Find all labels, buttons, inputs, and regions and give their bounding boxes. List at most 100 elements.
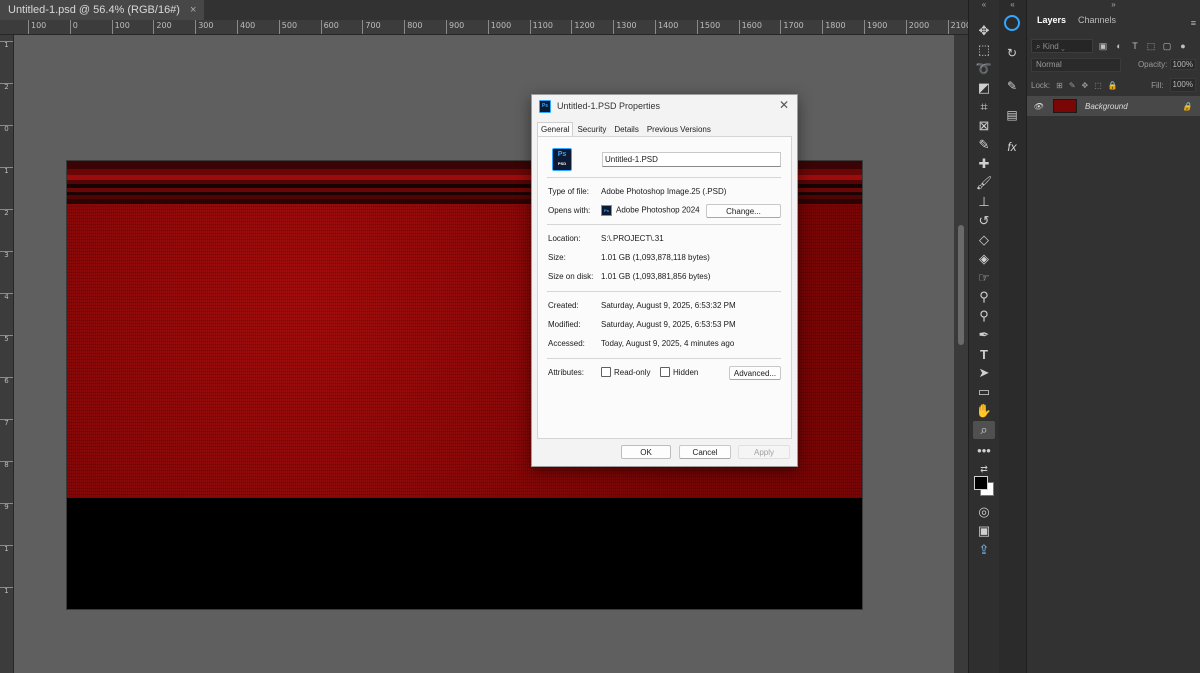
ruler-tick-label: 7 bbox=[0, 419, 13, 427]
layer-row-background[interactable]: 👁 Background 🔒 bbox=[1027, 96, 1200, 116]
ruler-tick-label: 1400 bbox=[655, 20, 678, 34]
read-only-label: Read-only bbox=[614, 367, 651, 377]
close-dialog-button[interactable]: ✕ bbox=[777, 98, 791, 112]
kind-filter-select[interactable]: ⌕ Kind ⌄ bbox=[1031, 39, 1093, 53]
eyedropper-tool-icon[interactable]: ✎ bbox=[973, 136, 995, 154]
clone-stamp-tool-icon[interactable]: ⊥ bbox=[973, 193, 995, 211]
collapse-strip-icon[interactable]: « bbox=[999, 0, 1026, 9]
file-name-field[interactable] bbox=[602, 152, 781, 167]
ruler-tick-label: 8 bbox=[0, 461, 13, 469]
read-only-checkbox[interactable]: Read-only bbox=[601, 367, 650, 377]
ruler-tick-label: 9 bbox=[0, 503, 13, 511]
blend-mode-select[interactable]: Normal bbox=[1031, 58, 1121, 72]
ok-button[interactable]: OK bbox=[621, 445, 671, 459]
smudge-tool-icon[interactable]: ☞ bbox=[973, 269, 995, 287]
opacity-field[interactable]: 100% bbox=[1169, 59, 1196, 70]
lock-all-icon[interactable]: 🔒 bbox=[1108, 81, 1118, 90]
object-select-tool-icon[interactable]: ◩ bbox=[973, 79, 995, 97]
scrollbar-thumb[interactable] bbox=[958, 225, 964, 345]
close-tab-icon[interactable]: × bbox=[190, 0, 196, 20]
created-label: Created: bbox=[548, 301, 579, 310]
accessed-value: Today, August 9, 2025, 4 minutes ago bbox=[601, 339, 735, 348]
size-on-disk-value: 1.01 GB (1,093,881,856 bytes) bbox=[601, 272, 711, 281]
ruler-tick-label: 800 bbox=[404, 20, 422, 34]
type-tool-icon[interactable]: T bbox=[973, 345, 995, 363]
layer-filter-row: ⌕ Kind ⌄ ▣ ◐ T ⬚ ▢ ● bbox=[1031, 38, 1196, 54]
path-select-tool-icon[interactable]: ➤ bbox=[973, 364, 995, 382]
read-only-checkbox-box[interactable] bbox=[601, 367, 611, 377]
crop-tool-icon[interactable]: ⌗ bbox=[973, 98, 995, 116]
change-button[interactable]: Change... bbox=[706, 204, 781, 218]
visibility-eye-icon[interactable]: 👁 bbox=[1033, 102, 1047, 111]
shape-filter-icon[interactable]: ⬚ bbox=[1145, 40, 1157, 52]
foreground-color-swatch[interactable] bbox=[974, 476, 988, 490]
document-tab[interactable]: Untitled-1.psd @ 56.4% (RGB/16#) × bbox=[0, 0, 205, 20]
zoom-like-tool-icon[interactable]: ⚲ bbox=[973, 307, 995, 325]
ruler-tick-label: 100 bbox=[28, 20, 46, 34]
panel-menu-icon[interactable]: ≡ bbox=[1191, 18, 1196, 28]
lock-artboard-icon[interactable]: ⬚ bbox=[1094, 81, 1102, 90]
type-of-file-label: Type of file: bbox=[548, 187, 589, 196]
lasso-tool-icon[interactable]: ➰ bbox=[973, 60, 995, 78]
styles-fx-icon[interactable]: fx bbox=[1003, 138, 1021, 156]
apply-button[interactable]: Apply bbox=[738, 445, 790, 459]
dialog-title: Untitled-1.PSD Properties bbox=[557, 101, 661, 111]
dialog-titlebar[interactable]: Ps Untitled-1.PSD Properties bbox=[532, 95, 797, 117]
ruler-tick-label: 400 bbox=[237, 20, 255, 34]
ruler-tick-label: 2 bbox=[0, 83, 13, 91]
smart-object-filter-icon[interactable]: ▢ bbox=[1161, 40, 1173, 52]
rectangle-tool-icon[interactable]: ▭ bbox=[973, 383, 995, 401]
type-filter-icon[interactable]: T bbox=[1129, 40, 1141, 52]
tab-layers[interactable]: Layers bbox=[1031, 10, 1072, 30]
blend-row: Normal Opacity: 100% bbox=[1031, 58, 1196, 72]
filter-toggle-icon[interactable]: ● bbox=[1177, 40, 1189, 52]
brush-tool-icon[interactable]: 🖌 bbox=[973, 174, 995, 192]
hidden-label: Hidden bbox=[673, 367, 699, 377]
fill-field[interactable]: 100% bbox=[1169, 78, 1196, 92]
move-tool-icon[interactable]: ✥ bbox=[973, 22, 995, 40]
hand-tool-icon[interactable]: ✋ bbox=[973, 402, 995, 420]
hidden-checkbox[interactable]: Hidden bbox=[660, 367, 698, 377]
layer-name[interactable]: Background bbox=[1085, 102, 1128, 111]
cancel-button[interactable]: Cancel bbox=[679, 445, 731, 459]
libraries-icon[interactable]: ▤ bbox=[1003, 106, 1021, 124]
lock-transparent-icon[interactable]: ⊞ bbox=[1056, 81, 1063, 90]
psd-icon-sub: PSD bbox=[557, 161, 567, 166]
lock-position-icon[interactable]: ✥ bbox=[1082, 81, 1089, 90]
dodge-tool-icon[interactable]: ⚲ bbox=[973, 288, 995, 306]
ruler-tick-label: 2000 bbox=[905, 20, 929, 34]
pixel-filter-icon[interactable]: ▣ bbox=[1097, 40, 1109, 52]
history-icon[interactable]: ↻ bbox=[1003, 44, 1021, 62]
ruler-tick-label: 1900 bbox=[864, 20, 887, 34]
ruler-tick-label: 1600 bbox=[738, 20, 762, 34]
collapse-toolbar-icon[interactable]: « bbox=[969, 0, 999, 9]
artboard-tool-icon[interactable]: ⬚ bbox=[973, 41, 995, 59]
ruler-tick-label: 1000 bbox=[487, 20, 511, 34]
ruler-tick-label: 500 bbox=[278, 20, 297, 34]
eraser-tool-icon[interactable]: ◇ bbox=[973, 231, 995, 249]
share-icon[interactable]: ⇪ bbox=[973, 541, 995, 559]
more-tools-icon[interactable]: ••• bbox=[973, 441, 995, 459]
created-value: Saturday, August 9, 2025, 6:53:32 PM bbox=[601, 301, 736, 310]
screen-mode-icon[interactable]: ▣ bbox=[973, 522, 995, 540]
vertical-scrollbar[interactable] bbox=[954, 35, 968, 673]
paint-bucket-tool-icon[interactable]: ◈ bbox=[973, 250, 995, 268]
ruler-tick-label: 900 bbox=[446, 20, 464, 34]
frame-tool-icon[interactable]: ⊠ bbox=[973, 117, 995, 135]
photoshop-file-icon: Ps bbox=[539, 99, 551, 113]
advanced-button[interactable]: Advanced... bbox=[729, 366, 781, 380]
discover-icon[interactable] bbox=[1004, 15, 1020, 31]
ruler-corner bbox=[0, 20, 15, 35]
pen-tool-icon[interactable]: ✒ bbox=[973, 326, 995, 344]
separator bbox=[547, 291, 781, 292]
tab-channels[interactable]: Channels bbox=[1072, 10, 1122, 30]
hidden-checkbox-box[interactable] bbox=[660, 367, 670, 377]
ruler-tick-label: 0 bbox=[69, 20, 78, 34]
history-brush-tool-icon[interactable]: ↺ bbox=[973, 212, 995, 230]
adjustment-filter-icon[interactable]: ◐ bbox=[1113, 40, 1125, 52]
brush-settings-icon[interactable]: ✎ bbox=[1003, 77, 1021, 95]
spot-healing-tool-icon[interactable]: ✚ bbox=[973, 155, 995, 173]
lock-image-icon[interactable]: ✎ bbox=[1069, 81, 1076, 90]
quick-mask-icon[interactable]: ◎ bbox=[973, 503, 995, 521]
zoom-tool-icon[interactable]: ⌕ bbox=[973, 421, 995, 439]
